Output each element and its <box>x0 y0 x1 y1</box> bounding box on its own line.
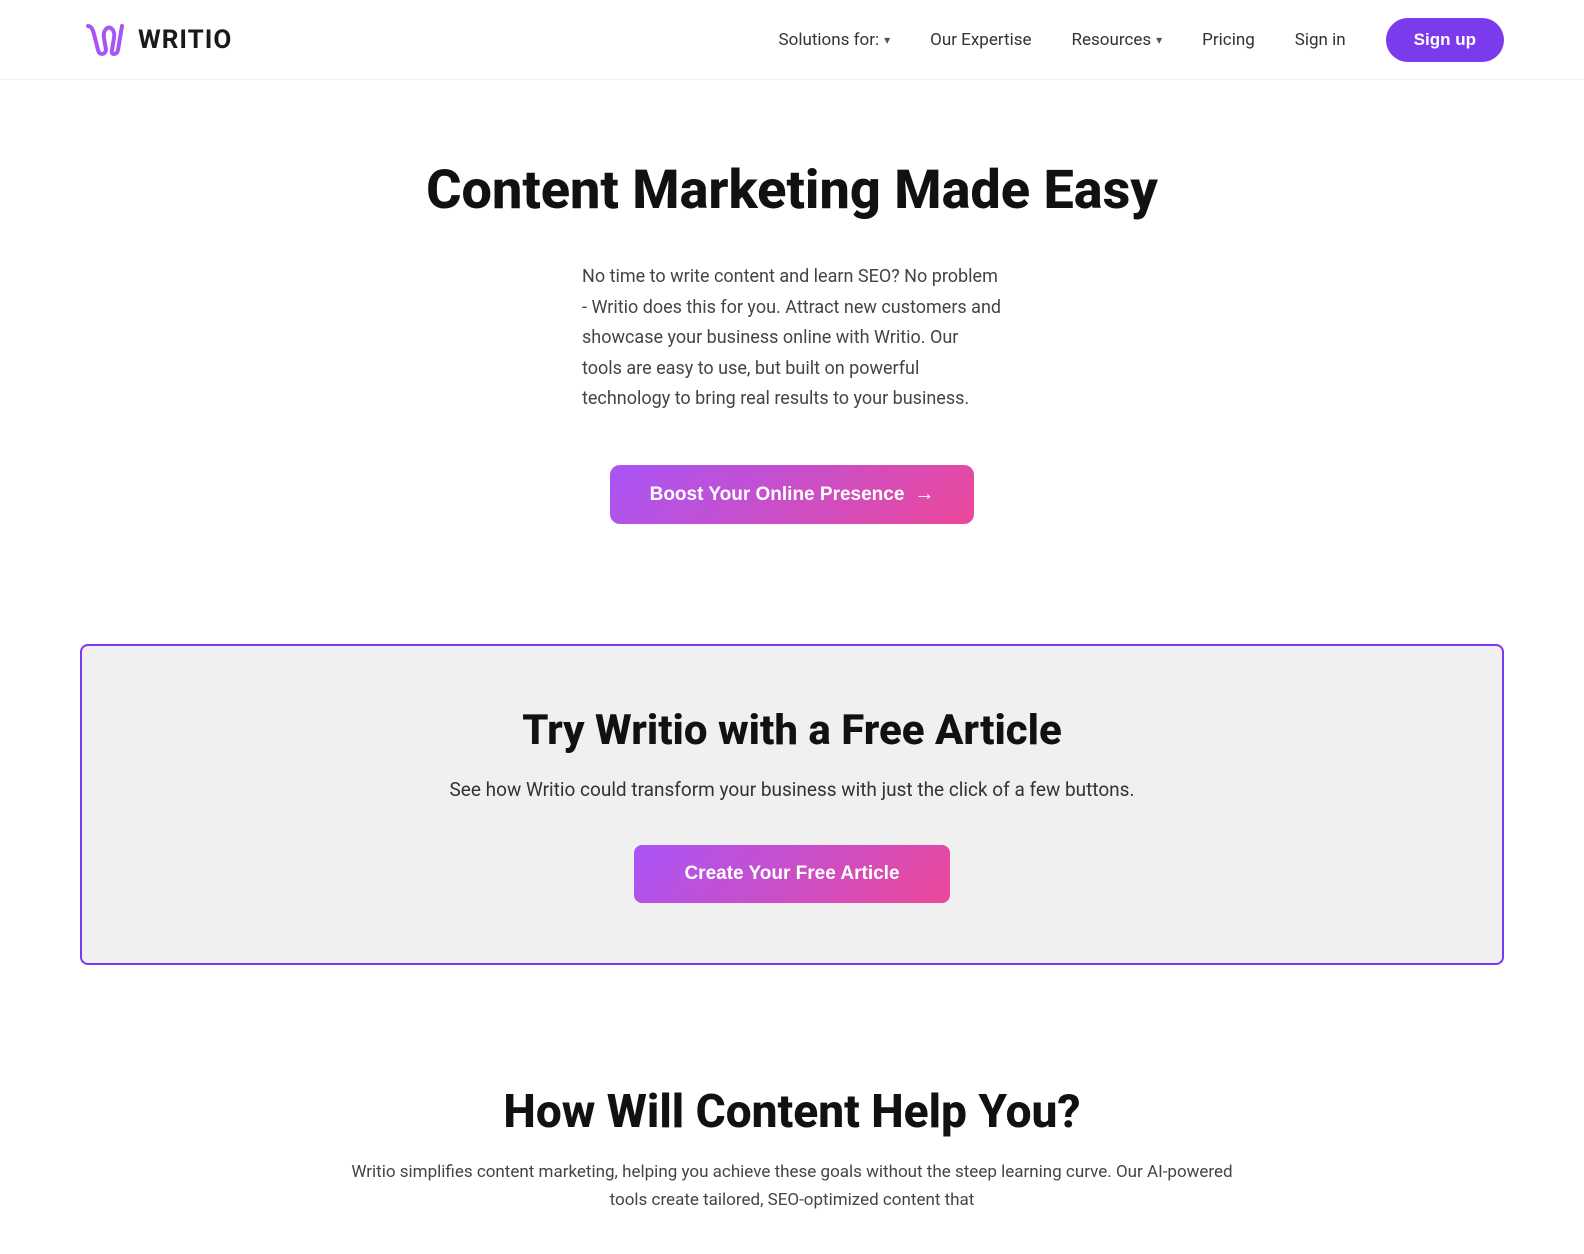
try-title: Try Writio with a Free Article <box>122 706 1462 755</box>
navbar: WRITIO Solutions for: ▾ Our Expertise Re… <box>0 0 1584 80</box>
boost-button[interactable]: Boost Your Online Presence → <box>610 465 975 524</box>
signin-link[interactable]: Sign in <box>1295 30 1346 50</box>
nav-expertise[interactable]: Our Expertise <box>930 30 1031 50</box>
signup-button[interactable]: Sign up <box>1386 18 1504 62</box>
chevron-down-icon-resources: ▾ <box>1156 33 1162 47</box>
nav-links: Solutions for: ▾ Our Expertise Resources… <box>779 18 1504 62</box>
logo[interactable]: WRITIO <box>80 16 232 64</box>
nav-pricing[interactable]: Pricing <box>1202 30 1255 50</box>
how-title: How Will Content Help You? <box>80 1085 1504 1139</box>
hero-title: Content Marketing Made Easy <box>426 160 1158 222</box>
chevron-down-icon: ▾ <box>884 33 890 47</box>
try-section: Try Writio with a Free Article See how W… <box>80 644 1504 965</box>
try-description: See how Writio could transform your busi… <box>122 775 1462 805</box>
hero-description: No time to write content and learn SEO? … <box>582 262 1002 415</box>
hero-section: Content Marketing Made Easy No time to w… <box>0 80 1584 584</box>
logo-icon <box>80 16 128 64</box>
nav-solutions[interactable]: Solutions for: ▾ <box>779 30 891 50</box>
logo-text: WRITIO <box>138 25 232 55</box>
how-section: How Will Content Help You? Writio simpli… <box>0 1025 1584 1253</box>
arrow-icon: → <box>914 483 934 506</box>
how-description: Writio simplifies content marketing, hel… <box>342 1159 1242 1213</box>
nav-resources[interactable]: Resources ▾ <box>1072 30 1163 50</box>
create-article-button[interactable]: Create Your Free Article <box>634 845 949 903</box>
boost-button-label: Boost Your Online Presence <box>650 484 905 506</box>
